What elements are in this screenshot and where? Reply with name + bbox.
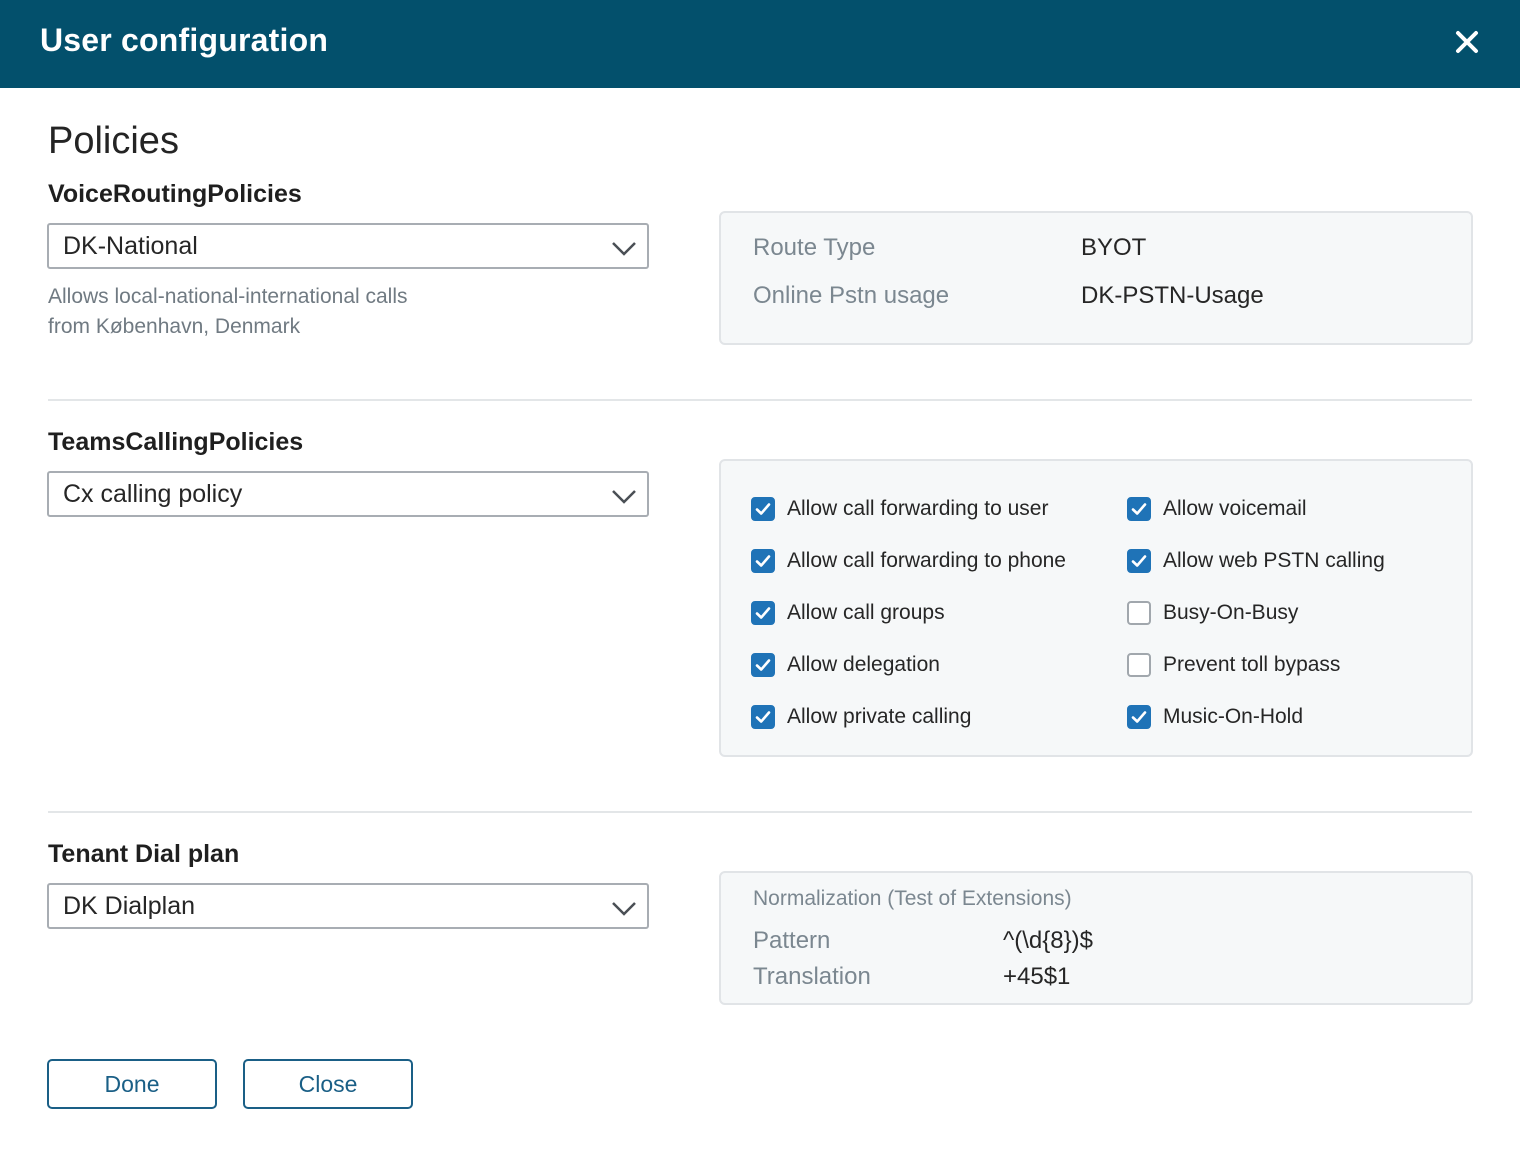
checkbox-item[interactable]: Music-On-Hold (1127, 702, 1303, 732)
chevron-down-icon (612, 490, 636, 504)
checkbox-label: Allow voicemail (1163, 497, 1307, 520)
route-type-value: BYOT (1081, 234, 1147, 261)
checkbox-item[interactable]: Allow call forwarding to phone (751, 546, 1066, 576)
checkmark-icon (1131, 555, 1147, 567)
checkbox-item[interactable]: Allow web PSTN calling (1127, 546, 1385, 576)
checkbox-label: Prevent toll bypass (1163, 653, 1341, 676)
dialog-header: User configuration (0, 0, 1520, 88)
checkbox-item[interactable]: Prevent toll bypass (1127, 650, 1340, 680)
hint-line: from København, Denmark (48, 315, 301, 338)
checkbox-checked[interactable] (1127, 705, 1151, 729)
checkbox-label: Allow call forwarding to user (787, 497, 1049, 520)
hint-line: Allows local-national-international call… (48, 285, 408, 308)
checkbox-checked[interactable] (1127, 549, 1151, 573)
checkbox-item[interactable]: Busy-On-Busy (1127, 598, 1298, 628)
teams-calling-label: TeamsCallingPolicies (48, 428, 304, 456)
teams-calling-select[interactable]: Cx calling policy (47, 471, 649, 517)
checkbox-checked[interactable] (751, 601, 775, 625)
checkbox-label: Allow delegation (787, 653, 940, 676)
dialog-title: User configuration (40, 22, 329, 58)
checkbox-label: Busy-On-Busy (1163, 601, 1299, 624)
checkmark-icon (755, 607, 771, 619)
pstn-usage-label: Online Pstn usage (753, 282, 950, 309)
checkbox-unchecked[interactable] (1127, 601, 1151, 625)
checkbox-item[interactable]: Allow call groups (751, 598, 945, 628)
checkbox-item[interactable]: Allow delegation (751, 650, 940, 680)
chevron-down-icon (612, 242, 636, 256)
checkmark-icon (755, 659, 771, 671)
close-icon[interactable] (1447, 22, 1487, 62)
checkbox-unchecked[interactable] (1127, 653, 1151, 677)
checkbox-checked[interactable] (751, 653, 775, 677)
page-title: Policies (48, 120, 179, 162)
pstn-usage-value: DK-PSTN-Usage (1081, 282, 1264, 309)
checkbox-item[interactable]: Allow private calling (751, 702, 971, 732)
pattern-value: ^(\d{8})$ (1003, 927, 1093, 954)
checkmark-icon (755, 711, 771, 723)
checkbox-label: Allow call groups (787, 601, 945, 624)
voice-routing-selected: DK-National (63, 232, 198, 260)
voice-routing-select[interactable]: DK-National (47, 223, 649, 269)
checkbox-label: Allow private calling (787, 705, 972, 728)
voice-routing-label: VoiceRoutingPolicies (48, 180, 302, 208)
teams-calling-selected: Cx calling policy (63, 480, 243, 508)
chevron-down-icon (612, 902, 636, 916)
section-divider (48, 811, 1472, 813)
dial-plan-select[interactable]: DK Dialplan (47, 883, 649, 929)
close-button[interactable]: Close (243, 1059, 413, 1109)
checkbox-item[interactable]: Allow call forwarding to user (751, 494, 1048, 524)
checkbox-checked[interactable] (1127, 497, 1151, 521)
checkmark-icon (755, 555, 771, 567)
checkbox-checked[interactable] (751, 497, 775, 521)
teams-calling-options: Allow call forwarding to user Allow voice… (719, 459, 1473, 757)
route-type-label: Route Type (753, 234, 876, 261)
translation-label: Translation (753, 963, 871, 990)
checkmark-icon (1131, 503, 1147, 515)
dial-plan-label: Tenant Dial plan (48, 840, 240, 868)
translation-value: +45$1 (1003, 963, 1071, 990)
voice-routing-details: Route Type BYOT Online Pstn usage DK-PST… (719, 211, 1473, 345)
normalization-panel: Normalization (Test of Extensions) Patte… (719, 871, 1473, 1005)
pattern-label: Pattern (753, 927, 831, 954)
checkbox-checked[interactable] (751, 705, 775, 729)
checkmark-icon (755, 503, 771, 515)
checkbox-label: Allow call forwarding to phone (787, 549, 1066, 572)
checkmark-icon (1131, 711, 1147, 723)
normalization-title: Normalization (Test of Extensions) (753, 887, 1072, 910)
checkbox-checked[interactable] (751, 549, 775, 573)
section-divider (48, 399, 1472, 401)
checkbox-label: Allow web PSTN calling (1163, 549, 1385, 572)
checkbox-label: Music-On-Hold (1163, 705, 1304, 728)
done-button[interactable]: Done (47, 1059, 217, 1109)
voice-routing-hint: Allows local-national-international call… (48, 282, 408, 342)
dial-plan-selected: DK Dialplan (63, 892, 196, 920)
checkbox-item[interactable]: Allow voicemail (1127, 494, 1307, 524)
